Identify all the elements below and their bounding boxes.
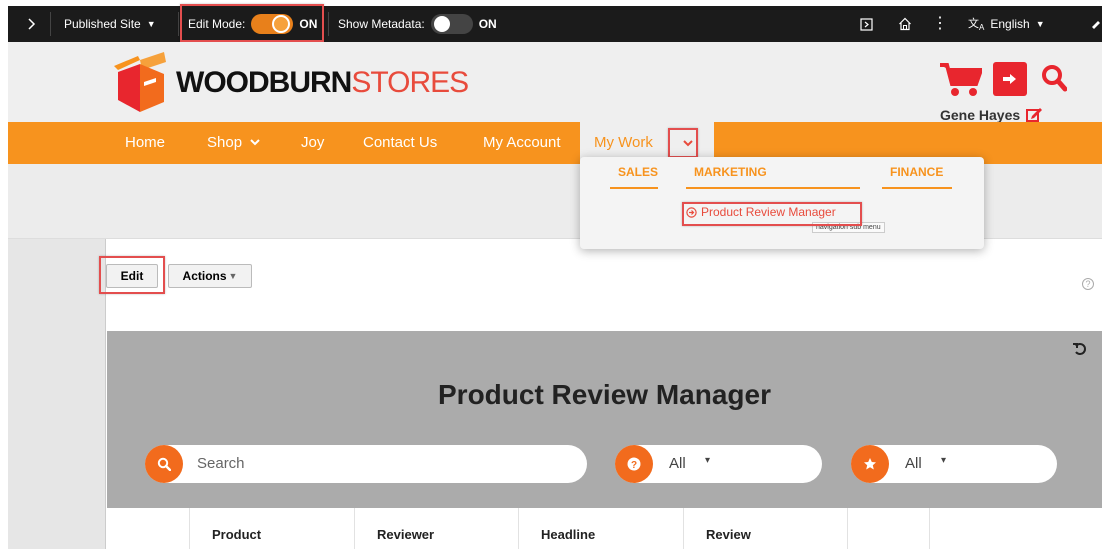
caret-down-icon: ▾ bbox=[941, 455, 947, 466]
actions-label: Actions bbox=[182, 269, 227, 283]
product-review-manager-link[interactable]: Product Review Manager bbox=[686, 205, 836, 219]
review-table-header: Product Reviewer Headline Review bbox=[107, 508, 1102, 549]
column-header-reviewer[interactable]: Reviewer bbox=[354, 508, 518, 549]
user-name: Gene Hayes bbox=[940, 107, 1021, 123]
tooltip: navigation sub menu bbox=[812, 222, 885, 233]
nav-my-account[interactable]: My Account bbox=[483, 134, 561, 151]
dropdown-tab-finance[interactable]: FINANCE bbox=[890, 165, 943, 179]
status-filter-value: All bbox=[669, 455, 686, 472]
logout-button[interactable] bbox=[993, 62, 1027, 96]
search-input[interactable]: Search bbox=[197, 455, 245, 472]
edit-mode-label: Edit Mode: bbox=[188, 17, 246, 31]
site-header: WOODBURNSTORES Gene Hayes bbox=[8, 42, 1102, 123]
nav-contact-label: Contact Us bbox=[363, 134, 438, 151]
my-work-expand-button[interactable] bbox=[676, 130, 700, 156]
edit-mode-toggle-group: Edit Mode: ON bbox=[188, 6, 317, 42]
nav-home-label: Home bbox=[125, 134, 166, 151]
nav-joy-label: Joy bbox=[301, 134, 325, 151]
brush-icon[interactable] bbox=[1092, 6, 1102, 42]
nav-home[interactable]: Home bbox=[125, 134, 165, 151]
question-circle-icon: ? bbox=[615, 445, 653, 483]
logo-word-light: STORES bbox=[351, 66, 469, 99]
page-panel-icon[interactable] bbox=[860, 6, 873, 42]
rating-filter-select[interactable]: All ▾ bbox=[851, 445, 1057, 483]
more-vertical-icon[interactable]: ⋮ bbox=[932, 6, 948, 42]
help-icon[interactable]: ? bbox=[1082, 278, 1094, 290]
edit-profile-icon bbox=[1026, 108, 1043, 122]
logo-word-bold: WOODBURN bbox=[176, 66, 352, 99]
sign-out-icon bbox=[1003, 74, 1016, 84]
nav-my-work-label: My Work bbox=[594, 134, 653, 151]
translate-icon: 文A bbox=[968, 18, 985, 33]
dropdown-tab-sales[interactable]: SALES bbox=[618, 165, 658, 179]
nav-shop[interactable]: Shop bbox=[207, 134, 260, 151]
my-work-dropdown: SALES MARKETING FINANCE Product Review M… bbox=[580, 157, 984, 249]
actions-button[interactable]: Actions ▼ bbox=[168, 264, 252, 288]
language-label: English bbox=[990, 17, 1030, 31]
caret-down-icon: ▼ bbox=[146, 19, 156, 29]
arrow-circle-right-icon bbox=[686, 206, 697, 218]
product-review-manager-label: Product Review Manager bbox=[701, 205, 836, 219]
left-gutter bbox=[8, 239, 106, 549]
caret-down-icon: ▾ bbox=[705, 455, 711, 466]
user-profile-link[interactable]: Gene Hayes bbox=[940, 107, 1043, 123]
published-site-dropdown[interactable]: Published Site ▼ bbox=[64, 6, 156, 42]
caret-down-icon: ▼ bbox=[228, 271, 238, 281]
site-logo[interactable]: WOODBURNSTORES bbox=[176, 66, 469, 100]
column-header-empty bbox=[847, 508, 929, 549]
chevron-down-icon bbox=[250, 139, 260, 146]
nav-shop-label: Shop bbox=[207, 134, 243, 151]
expand-chevron-icon[interactable] bbox=[26, 6, 36, 42]
column-header-headline[interactable]: Headline bbox=[518, 508, 683, 549]
page-title: Product Review Manager bbox=[438, 379, 771, 410]
product-review-panel: Product Review Manager Search ? All ▾ Al… bbox=[107, 331, 1102, 508]
column-header-review[interactable]: Review bbox=[683, 508, 847, 549]
cart-icon[interactable] bbox=[940, 62, 984, 103]
status-filter-select[interactable]: ? All ▾ bbox=[615, 445, 822, 483]
dropdown-tab-marketing[interactable]: MARKETING bbox=[694, 165, 767, 179]
nav-contact-us[interactable]: Contact Us bbox=[363, 134, 437, 151]
show-metadata-label: Show Metadata: bbox=[338, 17, 425, 31]
nav-joy[interactable]: Joy bbox=[301, 134, 324, 151]
star-icon bbox=[851, 445, 889, 483]
undo-icon[interactable] bbox=[1072, 341, 1088, 362]
show-metadata-toggle-group: Show Metadata: ON bbox=[338, 6, 497, 42]
nav-my-account-label: My Account bbox=[483, 134, 561, 151]
rating-filter-value: All bbox=[905, 455, 922, 472]
logo-box-icon bbox=[114, 52, 166, 112]
edit-button[interactable]: Edit bbox=[106, 264, 158, 288]
admin-toolbar: Published Site ▼ Edit Mode: ON Show Meta… bbox=[8, 6, 1102, 42]
published-site-label: Published Site bbox=[64, 17, 141, 31]
search-icon bbox=[145, 445, 183, 483]
search-box[interactable]: Search bbox=[145, 445, 587, 483]
home-icon[interactable] bbox=[898, 6, 912, 42]
show-metadata-toggle[interactable] bbox=[430, 14, 473, 34]
edit-mode-state: ON bbox=[299, 17, 318, 31]
caret-down-icon: ▼ bbox=[1035, 19, 1045, 29]
chevron-down-icon bbox=[683, 139, 693, 146]
edit-mode-toggle[interactable] bbox=[251, 14, 294, 34]
svg-text:?: ? bbox=[631, 460, 637, 471]
show-metadata-state: ON bbox=[478, 17, 497, 31]
column-header-empty bbox=[929, 508, 1102, 549]
column-header-product[interactable]: Product bbox=[189, 508, 354, 549]
header-search-icon[interactable] bbox=[1041, 64, 1068, 97]
language-dropdown[interactable]: 文A English ▼ bbox=[968, 6, 1045, 42]
